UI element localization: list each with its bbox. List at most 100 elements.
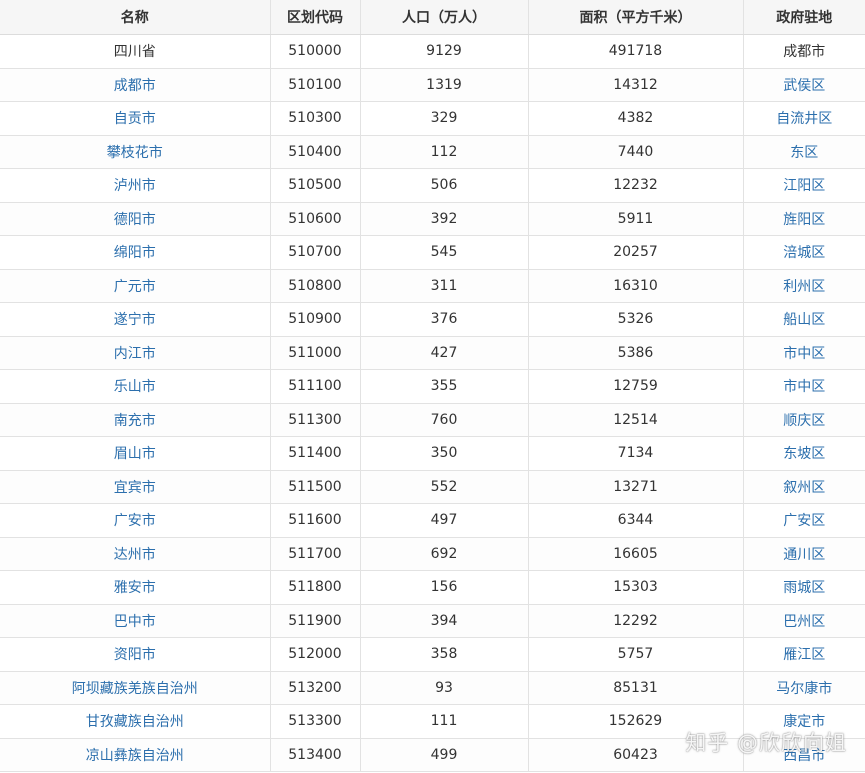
- division-table: 名称 区划代码 人口（万人） 面积（平方千米） 政府驻地 四川省 510000 91…: [0, 0, 865, 772]
- table-row: 资阳市 512000 358 5757 雁江区: [0, 637, 865, 672]
- cell-seat[interactable]: 市中区: [743, 369, 865, 404]
- header-code[interactable]: 区划代码: [270, 0, 361, 35]
- cell-seat[interactable]: 广安区: [743, 503, 865, 538]
- cell-area: 13271: [528, 470, 744, 504]
- cell-population: 9129: [360, 34, 529, 69]
- cell-code: 510000: [270, 34, 361, 69]
- table-row: 泸州市 510500 506 12232 江阳区: [0, 168, 865, 203]
- cell-name[interactable]: 甘孜藏族自治州: [0, 704, 271, 739]
- header-seat[interactable]: 政府驻地: [743, 0, 865, 35]
- table-row: 乐山市 511100 355 12759 市中区: [0, 369, 865, 404]
- cell-seat[interactable]: 东区: [743, 135, 865, 169]
- cell-code: 511800: [270, 570, 361, 605]
- table-row: 南充市 511300 760 12514 顺庆区: [0, 403, 865, 437]
- cell-area: 7440: [528, 135, 744, 169]
- cell-code: 511600: [270, 503, 361, 538]
- cell-area: 5386: [528, 336, 744, 370]
- cell-code: 511000: [270, 336, 361, 370]
- cell-code: 510800: [270, 269, 361, 303]
- cell-seat[interactable]: 涪城区: [743, 235, 865, 270]
- cell-area: 6344: [528, 503, 744, 538]
- cell-seat[interactable]: 利州区: [743, 269, 865, 303]
- cell-seat[interactable]: 雁江区: [743, 637, 865, 672]
- cell-name[interactable]: 宜宾市: [0, 470, 271, 504]
- cell-name[interactable]: 攀枝花市: [0, 135, 271, 169]
- cell-population: 329: [360, 101, 529, 136]
- cell-code: 511700: [270, 537, 361, 571]
- table-row: 眉山市 511400 350 7134 东坡区: [0, 436, 865, 471]
- cell-population: 358: [360, 637, 529, 672]
- table-row: 四川省 510000 9129 491718 成都市: [0, 34, 865, 69]
- cell-name[interactable]: 乐山市: [0, 369, 271, 404]
- cell-name[interactable]: 巴中市: [0, 604, 271, 638]
- cell-area: 5326: [528, 302, 744, 337]
- cell-code: 510600: [270, 202, 361, 236]
- cell-population: 499: [360, 738, 529, 772]
- table-row: 绵阳市 510700 545 20257 涪城区: [0, 235, 865, 270]
- cell-seat[interactable]: 顺庆区: [743, 403, 865, 437]
- cell-area: 12292: [528, 604, 744, 638]
- cell-name[interactable]: 德阳市: [0, 202, 271, 236]
- table-row: 达州市 511700 692 16605 通川区: [0, 537, 865, 571]
- table-body: 四川省 510000 9129 491718 成都市 成都市 510100 1319 14312…: [0, 34, 865, 772]
- cell-code: 511500: [270, 470, 361, 504]
- cell-population: 111: [360, 704, 529, 739]
- table-row: 广元市 510800 311 16310 利州区: [0, 269, 865, 303]
- cell-name[interactable]: 成都市: [0, 68, 271, 102]
- cell-name: 四川省: [0, 34, 271, 69]
- cell-area: 7134: [528, 436, 744, 471]
- cell-population: 552: [360, 470, 529, 504]
- cell-seat[interactable]: 东坡区: [743, 436, 865, 471]
- cell-name[interactable]: 凉山彝族自治州: [0, 738, 271, 772]
- cell-population: 156: [360, 570, 529, 605]
- cell-area: 12514: [528, 403, 744, 437]
- table-row: 凉山彝族自治州 513400 499 60423 西昌市: [0, 738, 865, 772]
- cell-name[interactable]: 绵阳市: [0, 235, 271, 270]
- cell-code: 511900: [270, 604, 361, 638]
- cell-name[interactable]: 遂宁市: [0, 302, 271, 337]
- cell-seat[interactable]: 江阳区: [743, 168, 865, 203]
- cell-seat[interactable]: 康定市: [743, 704, 865, 739]
- table-row: 攀枝花市 510400 112 7440 东区: [0, 135, 865, 169]
- cell-name[interactable]: 泸州市: [0, 168, 271, 203]
- cell-name[interactable]: 内江市: [0, 336, 271, 370]
- cell-name[interactable]: 阿坝藏族羌族自治州: [0, 671, 271, 705]
- header-row: 名称 区划代码 人口（万人） 面积（平方千米） 政府驻地: [0, 0, 865, 35]
- cell-name[interactable]: 雅安市: [0, 570, 271, 605]
- cell-area: 5911: [528, 202, 744, 236]
- cell-name[interactable]: 自贡市: [0, 101, 271, 136]
- cell-seat[interactable]: 马尔康市: [743, 671, 865, 705]
- cell-area: 152629: [528, 704, 744, 739]
- cell-name[interactable]: 达州市: [0, 537, 271, 571]
- header-name[interactable]: 名称: [0, 0, 271, 35]
- cell-population: 427: [360, 336, 529, 370]
- cell-seat[interactable]: 自流井区: [743, 101, 865, 136]
- cell-code: 511100: [270, 369, 361, 404]
- cell-seat[interactable]: 武侯区: [743, 68, 865, 102]
- cell-population: 350: [360, 436, 529, 471]
- header-area[interactable]: 面积（平方千米）: [528, 0, 744, 35]
- cell-name[interactable]: 南充市: [0, 403, 271, 437]
- cell-code: 510500: [270, 168, 361, 203]
- cell-seat[interactable]: 西昌市: [743, 738, 865, 772]
- cell-population: 394: [360, 604, 529, 638]
- table-row: 遂宁市 510900 376 5326 船山区: [0, 302, 865, 337]
- cell-seat[interactable]: 巴州区: [743, 604, 865, 638]
- cell-name[interactable]: 资阳市: [0, 637, 271, 672]
- table-row: 巴中市 511900 394 12292 巴州区: [0, 604, 865, 638]
- cell-code: 511300: [270, 403, 361, 437]
- cell-name[interactable]: 广安市: [0, 503, 271, 538]
- cell-seat[interactable]: 通川区: [743, 537, 865, 571]
- cell-name[interactable]: 眉山市: [0, 436, 271, 471]
- cell-seat[interactable]: 市中区: [743, 336, 865, 370]
- cell-name[interactable]: 广元市: [0, 269, 271, 303]
- table-row: 内江市 511000 427 5386 市中区: [0, 336, 865, 370]
- cell-seat[interactable]: 雨城区: [743, 570, 865, 605]
- cell-seat[interactable]: 叙州区: [743, 470, 865, 504]
- header-population[interactable]: 人口（万人）: [360, 0, 529, 35]
- cell-seat[interactable]: 旌阳区: [743, 202, 865, 236]
- table-row: 自贡市 510300 329 4382 自流井区: [0, 101, 865, 136]
- cell-seat[interactable]: 船山区: [743, 302, 865, 337]
- cell-population: 760: [360, 403, 529, 437]
- table-row: 甘孜藏族自治州 513300 111 152629 康定市: [0, 704, 865, 739]
